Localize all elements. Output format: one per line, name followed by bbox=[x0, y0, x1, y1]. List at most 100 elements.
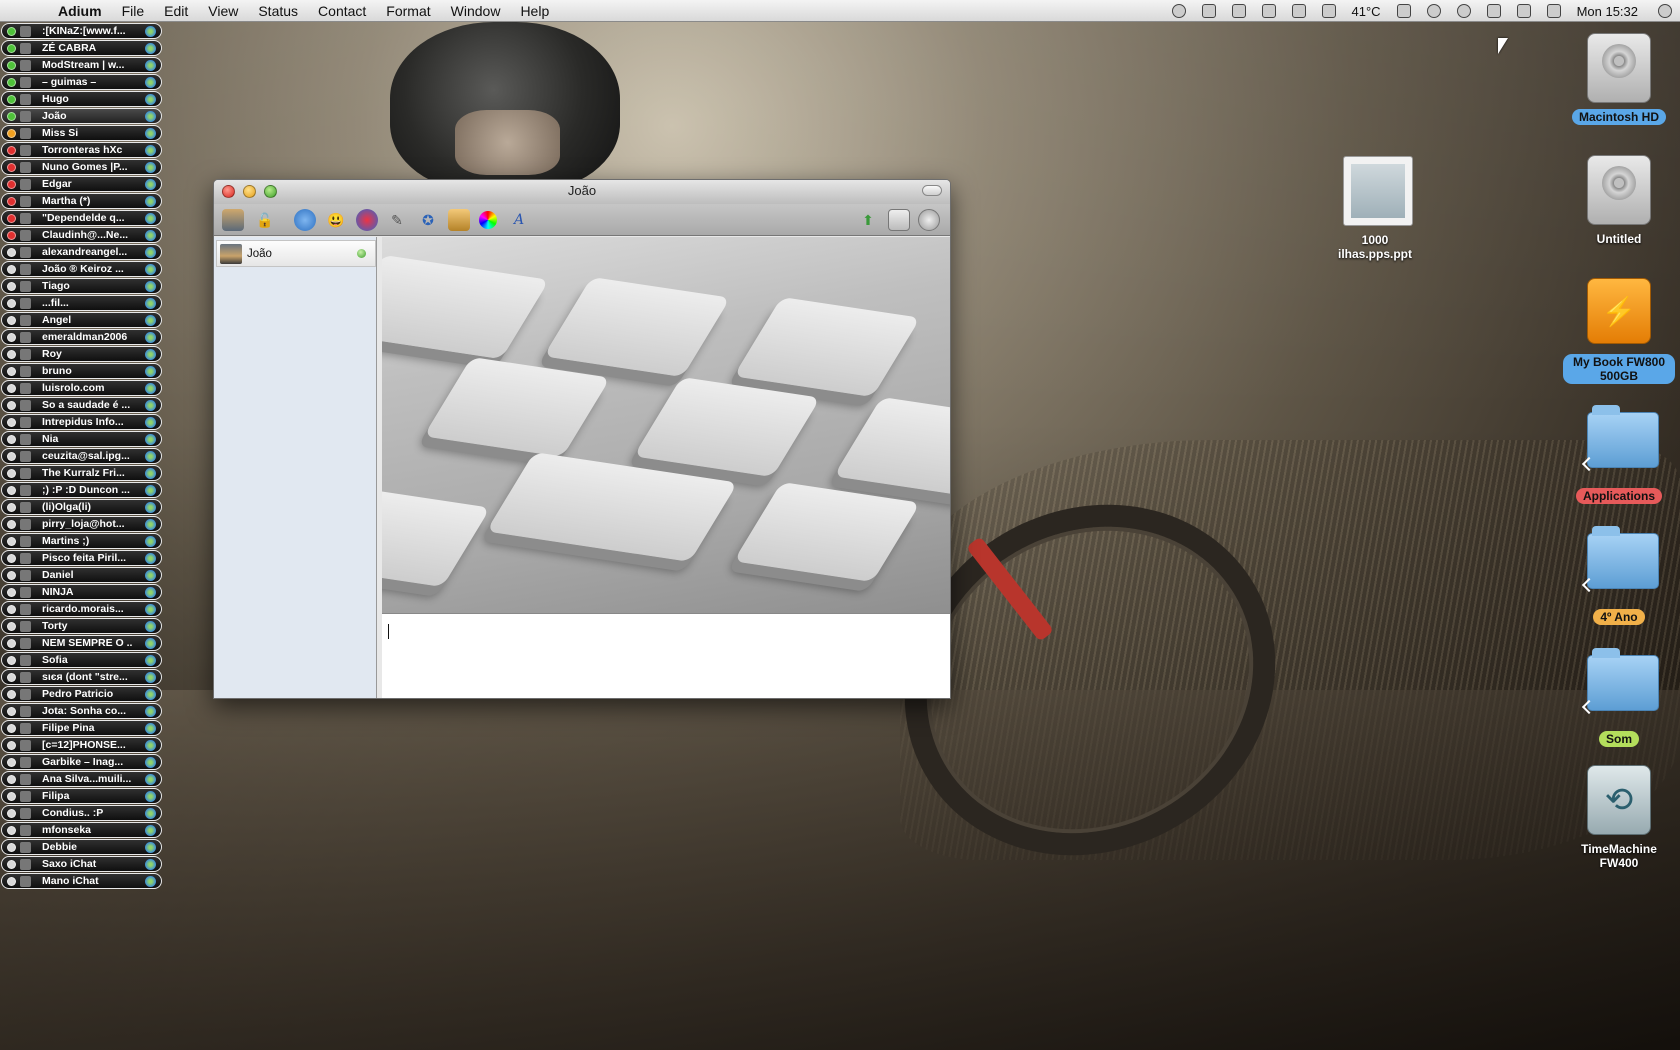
spotlight-search-icon[interactable] bbox=[1658, 4, 1672, 18]
buddy-row[interactable]: (li)Olga(li) bbox=[1, 499, 162, 515]
memory-meter-icon[interactable] bbox=[1321, 4, 1336, 18]
message-bubble-icon[interactable] bbox=[294, 209, 316, 231]
buddy-row[interactable]: Jota: Sonha co... bbox=[1, 703, 162, 719]
buddy-row[interactable]: – guimas – bbox=[1, 74, 162, 90]
volume-icon[interactable] bbox=[1546, 4, 1561, 18]
buddy-row[interactable]: Pedro Patricio bbox=[1, 686, 162, 702]
buddy-row[interactable]: Nia bbox=[1, 431, 162, 447]
buddy-row[interactable]: João bbox=[1, 108, 162, 124]
menu-window[interactable]: Window bbox=[441, 3, 511, 19]
chat-bubble-icon[interactable] bbox=[1426, 4, 1441, 18]
buddy-row[interactable]: Condius.. :P bbox=[1, 805, 162, 821]
contact-card-icon[interactable] bbox=[222, 209, 244, 231]
buddy-row[interactable]: pirry_loja@hot... bbox=[1, 516, 162, 532]
buddy-row[interactable]: Saxo iChat bbox=[1, 856, 162, 872]
adium-duck-icon[interactable] bbox=[1171, 4, 1186, 18]
chat-window-titlebar[interactable]: João bbox=[214, 180, 950, 204]
buddy-row[interactable]: ModStream | w... bbox=[1, 57, 162, 73]
desktop-icon-som[interactable]: Som bbox=[1559, 645, 1679, 747]
buddy-row[interactable]: The Kurralz Fri... bbox=[1, 465, 162, 481]
spaces-icon[interactable] bbox=[1231, 4, 1246, 18]
wifi-icon[interactable] bbox=[1516, 4, 1531, 18]
time-machine-icon[interactable] bbox=[1456, 4, 1471, 18]
buddy-row[interactable]: Filipe Pina bbox=[1, 720, 162, 736]
desktop-icon-macintosh-hd[interactable]: Macintosh HD bbox=[1559, 33, 1679, 125]
desktop-icon-my-book[interactable]: ⚡ My Book FW800 500GB bbox=[1559, 278, 1679, 384]
buddy-row[interactable]: Pisco feita Piril... bbox=[1, 550, 162, 566]
buddy-row[interactable]: ;) :P :D Duncon ... bbox=[1, 482, 162, 498]
cpu-meter-icon[interactable] bbox=[1291, 4, 1306, 18]
buddy-row[interactable]: emeraldman2006 bbox=[1, 329, 162, 345]
buddy-row[interactable]: Claudinh@...Ne... bbox=[1, 227, 162, 243]
desktop-icon-timemachine[interactable]: ⟲ TimeMachine FW400 bbox=[1559, 765, 1679, 871]
desktop-icon-ppt-file[interactable]: 1000 ilhas.pps.ppt bbox=[1315, 156, 1435, 262]
menu-edit[interactable]: Edit bbox=[154, 3, 198, 19]
buddy-row[interactable]: alexandreangel... bbox=[1, 244, 162, 260]
link-icon[interactable]: ✎ bbox=[386, 209, 408, 231]
buddy-row[interactable]: ceuzita@sal.ipg... bbox=[1, 448, 162, 464]
color-wheel-icon[interactable] bbox=[479, 211, 497, 229]
close-button[interactable] bbox=[222, 185, 235, 198]
buddy-row[interactable]: bruno bbox=[1, 363, 162, 379]
menubar-clock[interactable]: Mon 15:32 bbox=[1577, 4, 1638, 19]
desktop-icon-4-ano[interactable]: 4º Ano bbox=[1559, 523, 1679, 625]
menu-help[interactable]: Help bbox=[510, 3, 559, 19]
flag-icon[interactable] bbox=[1396, 4, 1411, 18]
smiley-icon[interactable]: 😃 bbox=[325, 209, 347, 231]
menu-view[interactable]: View bbox=[198, 3, 248, 19]
buddy-row[interactable]: Mano iChat bbox=[1, 873, 162, 889]
font-icon[interactable]: A bbox=[508, 209, 530, 231]
menu-contact[interactable]: Contact bbox=[308, 3, 376, 19]
buddy-row[interactable]: Ana Silva...muili... bbox=[1, 771, 162, 787]
address-book-icon[interactable] bbox=[448, 209, 470, 231]
desktop-icon-untitled[interactable]: Untitled bbox=[1559, 155, 1679, 247]
buddy-row[interactable]: Martins ;) bbox=[1, 533, 162, 549]
desktop-icon-applications[interactable]: Applications bbox=[1559, 402, 1679, 504]
buddy-row[interactable]: Intrepidus Info... bbox=[1, 414, 162, 430]
bluetooth-icon[interactable] bbox=[1486, 4, 1501, 18]
zoom-button[interactable] bbox=[264, 185, 277, 198]
buddy-row[interactable]: So a saudade é ... bbox=[1, 397, 162, 413]
block-icon[interactable] bbox=[356, 209, 378, 231]
buddy-row[interactable]: Martha (*) bbox=[1, 193, 162, 209]
message-input[interactable] bbox=[382, 613, 950, 698]
buddy-row[interactable]: Miss Si bbox=[1, 125, 162, 141]
temperature-readout[interactable]: 41°C bbox=[1352, 4, 1381, 19]
buddy-row[interactable]: ZÉ CABRA bbox=[1, 40, 162, 56]
lock-icon[interactable]: 🔓 bbox=[254, 209, 276, 231]
history-clock-icon[interactable] bbox=[918, 209, 940, 231]
buddy-row[interactable]: "Dependelde q... bbox=[1, 210, 162, 226]
menu-format[interactable]: Format bbox=[376, 3, 440, 19]
buddy-row[interactable]: NINJA bbox=[1, 584, 162, 600]
menu-status[interactable]: Status bbox=[248, 3, 308, 19]
user-info-icon[interactable] bbox=[888, 209, 910, 231]
buddy-row[interactable]: Torronteras hXc bbox=[1, 142, 162, 158]
buddy-row[interactable]: Daniel bbox=[1, 567, 162, 583]
buddy-row[interactable]: Torty bbox=[1, 618, 162, 634]
buddy-row[interactable]: Debbie bbox=[1, 839, 162, 855]
chat-tab-joao[interactable]: João bbox=[216, 240, 376, 267]
script-icon[interactable] bbox=[1201, 4, 1216, 18]
buddy-row[interactable]: Hugo bbox=[1, 91, 162, 107]
buddy-row[interactable]: Nuno Gomes |P... bbox=[1, 159, 162, 175]
display-icon[interactable] bbox=[1261, 4, 1276, 18]
buddy-row[interactable]: mfonseka bbox=[1, 822, 162, 838]
minimize-button[interactable] bbox=[243, 185, 256, 198]
buddy-row[interactable]: Garbike – Inag... bbox=[1, 754, 162, 770]
menu-file[interactable]: File bbox=[112, 3, 155, 19]
buddy-row[interactable]: [c=12]PHONSE... bbox=[1, 737, 162, 753]
buddy-row[interactable]: sιєя (dont "stre... bbox=[1, 669, 162, 685]
menu-app-name[interactable]: Adium bbox=[48, 3, 112, 19]
send-file-icon[interactable]: ⬆ bbox=[857, 209, 879, 231]
buddy-row[interactable]: Edgar bbox=[1, 176, 162, 192]
safari-compass-icon[interactable]: ✪ bbox=[417, 209, 439, 231]
buddy-row[interactable]: :[KINaZ:[www.f... bbox=[1, 23, 162, 39]
buddy-row[interactable]: Sofia bbox=[1, 652, 162, 668]
message-view[interactable] bbox=[382, 237, 950, 613]
buddy-row[interactable]: Angel bbox=[1, 312, 162, 328]
buddy-row[interactable]: Roy bbox=[1, 346, 162, 362]
toolbar-toggle-button[interactable] bbox=[922, 185, 942, 196]
buddy-row[interactable]: luisrolo.com bbox=[1, 380, 162, 396]
buddy-row[interactable]: NEM SEMPRE O ... bbox=[1, 635, 162, 651]
buddy-row[interactable]: João ® Keiroz ... bbox=[1, 261, 162, 277]
